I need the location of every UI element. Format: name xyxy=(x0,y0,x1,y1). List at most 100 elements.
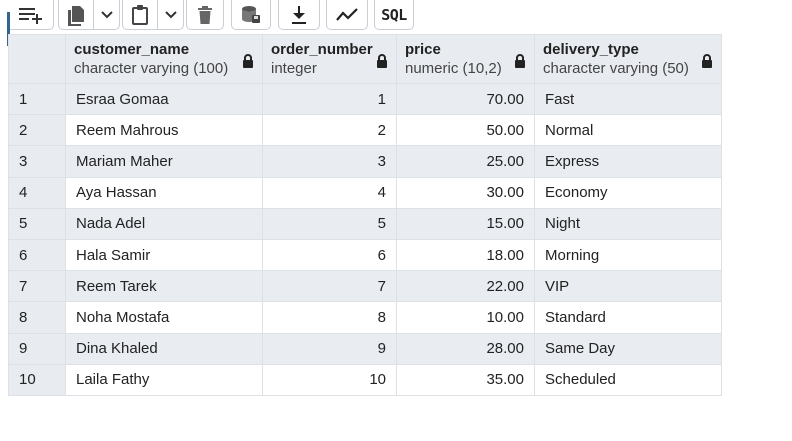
column-type: integer xyxy=(271,60,317,77)
cell-price[interactable]: 35.00 xyxy=(396,363,535,396)
download-button[interactable] xyxy=(278,0,320,30)
column-name: order_number xyxy=(271,41,373,58)
cell-customer-name[interactable]: Aya Hassan xyxy=(65,176,263,209)
cell-order-number[interactable]: 1 xyxy=(262,82,397,116)
delete-button[interactable] xyxy=(186,0,224,30)
column-header-order-number[interactable]: order_number integer xyxy=(262,34,397,84)
cell-order-number[interactable]: 9 xyxy=(262,332,397,365)
cell-customer-name[interactable]: Mariam Maher xyxy=(65,145,263,178)
cell-order-number[interactable]: 8 xyxy=(262,301,397,334)
add-row-icon xyxy=(18,7,42,24)
cell-customer-name[interactable]: Noha Mostafa xyxy=(65,301,263,334)
cell-delivery-type[interactable]: Standard xyxy=(534,301,722,334)
add-row-button[interactable] xyxy=(10,0,54,30)
column-header-delivery-type[interactable]: delivery_type character varying (50) xyxy=(534,34,722,84)
row-number[interactable]: 4 xyxy=(8,176,66,209)
column-name: price xyxy=(405,41,441,58)
data-output-toolbar: SQL xyxy=(0,0,792,30)
table-row[interactable]: 4 Aya Hassan 4 30.00 Economy xyxy=(8,176,722,209)
results-table: customer_name character varying (100) or… xyxy=(8,34,722,396)
cell-customer-name[interactable]: Dina Khaled xyxy=(65,332,263,365)
cell-order-number[interactable]: 7 xyxy=(262,270,397,303)
table-row[interactable]: 8 Noha Mostafa 8 10.00 Standard xyxy=(8,301,722,334)
select-all-corner[interactable] xyxy=(8,34,66,84)
sql-label: SQL xyxy=(381,5,407,24)
lock-icon xyxy=(243,54,253,68)
cell-price[interactable]: 50.00 xyxy=(396,114,535,147)
table-row[interactable]: 2 Reem Mahrous 2 50.00 Normal xyxy=(8,114,722,147)
lock-icon xyxy=(702,54,712,68)
table-row[interactable]: 10 Laila Fathy 10 35.00 Scheduled xyxy=(8,363,722,396)
download-icon xyxy=(292,5,306,24)
table-row[interactable]: 3 Mariam Maher 3 25.00 Express xyxy=(8,145,722,178)
table-row[interactable]: 6 Hala Samir 6 18.00 Morning xyxy=(8,238,722,272)
cell-delivery-type[interactable]: Scheduled xyxy=(534,363,722,396)
cell-order-number[interactable]: 6 xyxy=(262,238,397,272)
save-data-button[interactable] xyxy=(231,0,271,30)
cell-customer-name[interactable]: Laila Fathy xyxy=(65,363,263,396)
column-type: character varying (100) xyxy=(74,60,229,77)
lock-icon xyxy=(377,54,387,68)
cell-delivery-type[interactable]: Morning xyxy=(534,238,722,272)
trash-icon xyxy=(198,5,212,24)
cell-delivery-type[interactable]: VIP xyxy=(534,270,722,303)
lock-icon xyxy=(515,54,525,68)
cell-order-number[interactable]: 3 xyxy=(262,145,397,178)
copy-icon xyxy=(68,5,84,26)
table-row[interactable]: 7 Reem Tarek 7 22.00 VIP xyxy=(8,270,722,303)
cell-delivery-type[interactable]: Fast xyxy=(534,82,722,116)
column-header-customer-name[interactable]: customer_name character varying (100) xyxy=(65,34,263,84)
copy-options-dropdown[interactable] xyxy=(94,0,120,30)
row-number[interactable]: 9 xyxy=(8,332,66,365)
cell-price[interactable]: 15.00 xyxy=(396,207,535,240)
graph-visualiser-button[interactable] xyxy=(326,0,368,30)
cell-order-number[interactable]: 4 xyxy=(262,176,397,209)
cell-customer-name[interactable]: Hala Samir xyxy=(65,238,263,272)
cell-delivery-type[interactable]: Night xyxy=(534,207,722,240)
data-grid: customer_name character varying (100) or… xyxy=(8,34,722,396)
cell-price[interactable]: 70.00 xyxy=(396,82,535,116)
row-number[interactable]: 5 xyxy=(8,207,66,240)
cell-price[interactable]: 22.00 xyxy=(396,270,535,303)
sql-button[interactable]: SQL xyxy=(374,0,414,30)
column-type: character varying (50) xyxy=(543,60,689,77)
row-number[interactable]: 1 xyxy=(8,82,66,116)
paste-button[interactable] xyxy=(122,0,158,30)
table-row[interactable]: 1 Esraa Gomaa 1 70.00 Fast xyxy=(8,82,722,116)
copy-button[interactable] xyxy=(58,0,94,30)
paste-options-dropdown[interactable] xyxy=(158,0,184,30)
column-name: customer_name xyxy=(74,41,190,58)
cell-customer-name[interactable]: Reem Mahrous xyxy=(65,114,263,147)
row-number[interactable]: 7 xyxy=(8,270,66,303)
cell-order-number[interactable]: 2 xyxy=(262,114,397,147)
row-number[interactable]: 2 xyxy=(8,114,66,147)
graph-icon xyxy=(336,7,358,21)
cell-delivery-type[interactable]: Normal xyxy=(534,114,722,147)
table-row[interactable]: 5 Nada Adel 5 15.00 Night xyxy=(8,207,722,240)
cell-price[interactable]: 30.00 xyxy=(396,176,535,209)
row-number[interactable]: 10 xyxy=(8,363,66,396)
cell-customer-name[interactable]: Reem Tarek xyxy=(65,270,263,303)
column-type: numeric (10,2) xyxy=(405,60,502,77)
column-name: delivery_type xyxy=(543,41,639,58)
header-row: customer_name character varying (100) or… xyxy=(8,34,722,84)
cell-order-number[interactable]: 5 xyxy=(262,207,397,240)
cell-price[interactable]: 25.00 xyxy=(396,145,535,178)
column-header-price[interactable]: price numeric (10,2) xyxy=(396,34,535,84)
chevron-down-icon xyxy=(164,10,177,18)
cell-delivery-type[interactable]: Economy xyxy=(534,176,722,209)
chevron-down-icon xyxy=(100,10,113,18)
cell-delivery-type[interactable]: Express xyxy=(534,145,722,178)
cell-customer-name[interactable]: Esraa Gomaa xyxy=(65,82,263,116)
cell-order-number[interactable]: 10 xyxy=(262,363,397,396)
cell-price[interactable]: 18.00 xyxy=(396,238,535,272)
cell-delivery-type[interactable]: Same Day xyxy=(534,332,722,365)
cell-price[interactable]: 28.00 xyxy=(396,332,535,365)
table-row[interactable]: 9 Dina Khaled 9 28.00 Same Day xyxy=(8,332,722,365)
row-number[interactable]: 3 xyxy=(8,145,66,178)
row-number[interactable]: 6 xyxy=(8,238,66,272)
cell-customer-name[interactable]: Nada Adel xyxy=(65,207,263,240)
cell-price[interactable]: 10.00 xyxy=(396,301,535,334)
save-data-icon xyxy=(242,5,260,23)
row-number[interactable]: 8 xyxy=(8,301,66,334)
